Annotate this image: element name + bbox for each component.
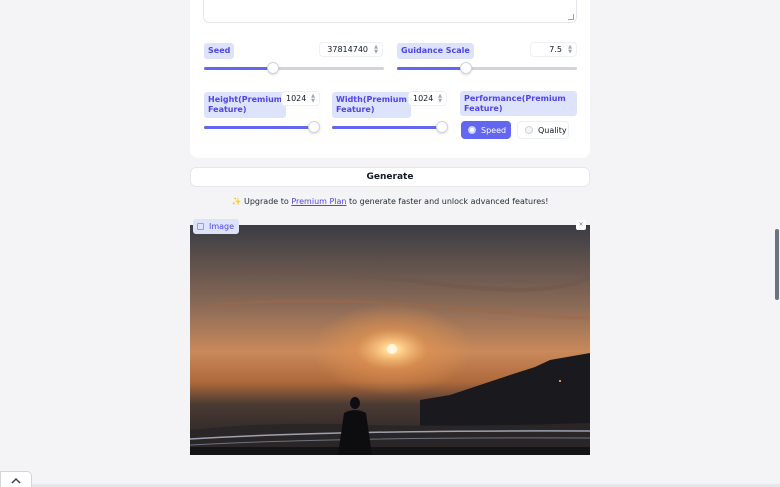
close-icon[interactable]: × <box>576 220 586 230</box>
width-slider-thumb[interactable] <box>436 121 448 133</box>
height-slider-fill <box>204 126 314 129</box>
height-slider[interactable] <box>204 121 320 133</box>
guidance-scale-slider-thumb[interactable] <box>460 62 472 74</box>
upgrade-notice: ✨ Upgrade to Premium Plan to generate fa… <box>231 197 549 206</box>
spinner-icon[interactable]: ▲ ▼ <box>567 45 573 55</box>
radio-selected-icon <box>468 126 476 134</box>
image-icon <box>197 223 204 230</box>
chevron-up-icon <box>11 477 21 484</box>
height-slider-thumb[interactable] <box>308 121 320 133</box>
height-label: Height(Premium Feature) <box>204 92 287 118</box>
height-input[interactable]: 1024 ▲ ▼ <box>281 91 320 106</box>
performance-option-speed[interactable]: Speed <box>461 121 511 139</box>
seed-slider-fill <box>204 67 273 70</box>
guidance-scale-slider[interactable] <box>397 62 577 74</box>
sparkle-icon: ✨ <box>231 197 242 206</box>
performance-label: Performance(Premium Feature) <box>464 94 566 113</box>
image-label-chip: Image <box>193 219 240 234</box>
width-slider[interactable] <box>332 121 448 133</box>
resize-grip-icon[interactable] <box>568 14 574 20</box>
generate-button[interactable]: Generate <box>190 167 590 187</box>
performance-option-quality[interactable]: Quality <box>517 121 569 139</box>
generated-image <box>190 225 590 455</box>
width-slider-fill <box>332 126 442 129</box>
collapse-button[interactable] <box>0 471 32 487</box>
width-input[interactable]: 1024 ▲ ▼ <box>408 91 447 106</box>
seed-slider-thumb[interactable] <box>267 62 279 74</box>
page-scrollbar[interactable] <box>775 229 779 300</box>
seed-slider[interactable] <box>204 62 384 74</box>
guidance-scale-input[interactable]: 7.5 ▲ ▼ <box>530 42 577 57</box>
performance-label-box: Performance(Premium Feature) <box>460 91 577 116</box>
guidance-scale-slider-fill <box>397 67 466 70</box>
image-output-panel: Image × <box>190 219 590 455</box>
prompt-textarea[interactable] <box>203 0 577 23</box>
radio-unselected-icon <box>525 126 533 134</box>
seed-input[interactable]: 37814740 ▲ ▼ <box>319 42 383 57</box>
spinner-icon[interactable]: ▲ ▼ <box>437 94 443 104</box>
guidance-scale-label: Guidance Scale <box>397 43 474 59</box>
seed-label: Seed <box>204 43 235 59</box>
spinner-icon[interactable]: ▲ ▼ <box>373 45 379 55</box>
premium-plan-link[interactable]: Premium Plan <box>291 197 346 206</box>
width-label: Width(Premium Feature) <box>332 92 411 118</box>
spinner-icon[interactable]: ▲ ▼ <box>310 94 316 104</box>
